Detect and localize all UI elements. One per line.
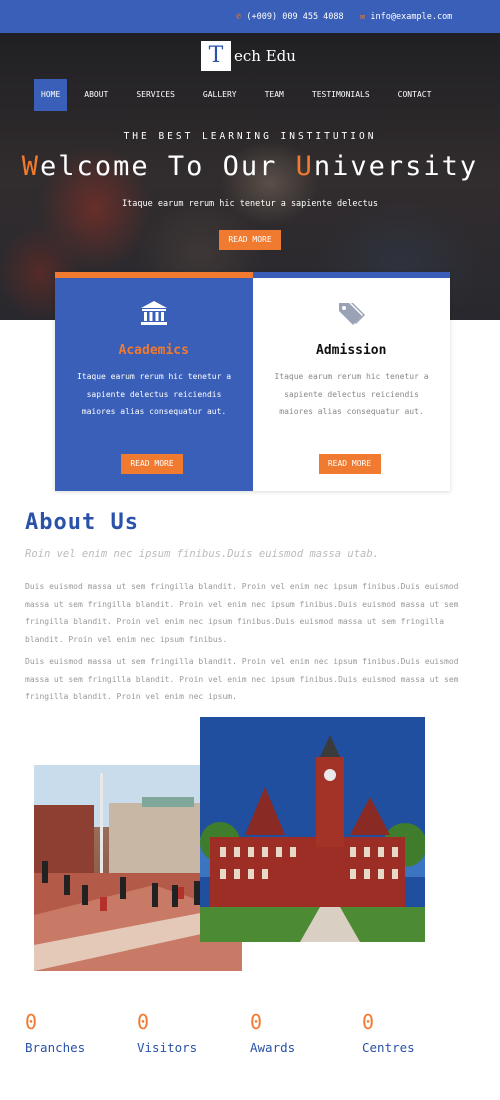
- hero-title-end: niversity: [313, 151, 479, 182]
- about-paragraph-2: Duis euismod massa ut sem fringilla blan…: [25, 657, 459, 701]
- building-icon: [55, 300, 253, 326]
- feature-cards: Academics Itaque earum rerum hic tenetur…: [55, 272, 450, 491]
- nav-team[interactable]: TEAM: [254, 79, 295, 111]
- top-contact-bar: ✆ (+009) 009 455 4088 ✉ info@example.com: [0, 0, 500, 33]
- nav-about[interactable]: ABOUT: [73, 79, 119, 111]
- clock-tower-photo: [200, 717, 425, 942]
- card-title: Admission: [316, 343, 387, 358]
- hero-title-initial: W: [21, 151, 41, 182]
- stat-visitors: 0 Visitors: [137, 1010, 197, 1055]
- nav-home[interactable]: HOME: [34, 79, 68, 111]
- stat-label: Centres: [362, 1040, 415, 1055]
- stat-value: 0: [362, 1010, 375, 1034]
- card-academics: Academics Itaque earum rerum hic tenetur…: [55, 272, 253, 491]
- hero-read-more-button[interactable]: READ MORE: [219, 230, 281, 250]
- about-quote: Roin vel enim nec ipsum finibus.Duis eui…: [25, 548, 380, 560]
- phone-number: (+009) 009 455 4088: [246, 12, 344, 22]
- hero-subtitle: Itaque earum rerum hic tenetur a sapient…: [122, 199, 378, 209]
- stat-label: Branches: [25, 1040, 86, 1055]
- email-address: info@example.com: [370, 12, 453, 22]
- about-title: About Us: [25, 510, 139, 535]
- nav-gallery[interactable]: GALLERY: [192, 79, 248, 111]
- stat-value: 0: [137, 1010, 150, 1034]
- stat-centres: 0 Centres: [362, 1010, 415, 1055]
- stat-branches: 0 Branches: [25, 1010, 85, 1055]
- hero-title-mid: elcome To Our: [40, 151, 296, 182]
- logo-mark: T: [201, 41, 231, 71]
- stat-label: Visitors: [137, 1040, 198, 1055]
- site-logo[interactable]: T ech Edu: [201, 41, 296, 71]
- nav-testimonials[interactable]: TESTIMONIALS: [301, 79, 381, 111]
- card-admission: Admission Itaque earum rerum hic tenetur…: [252, 272, 451, 491]
- academics-read-more-button[interactable]: READ MORE: [121, 454, 183, 474]
- stat-value: 0: [250, 1010, 263, 1034]
- admission-read-more-button[interactable]: READ MORE: [318, 454, 381, 474]
- stat-value: 0: [25, 1010, 38, 1034]
- main-nav: HOME ABOUT SERVICES GALLERY TEAM TESTIMO…: [34, 79, 448, 111]
- email-contact[interactable]: ✉ info@example.com: [360, 12, 452, 22]
- card-title: Academics: [118, 343, 189, 358]
- hero-title-u: U: [295, 151, 314, 182]
- tags-icon: [253, 300, 451, 326]
- stat-label: Awards: [250, 1040, 296, 1055]
- stat-awards: 0 Awards: [250, 1010, 295, 1055]
- nav-services[interactable]: SERVICES: [125, 79, 186, 111]
- about-paragraph-1: Duis euismod massa ut sem fringilla blan…: [25, 582, 459, 644]
- hero-kicker: THE BEST LEARNING INSTITUTION: [123, 131, 377, 142]
- nav-contact[interactable]: CONTACT: [387, 79, 443, 111]
- phone-contact[interactable]: ✆ (+009) 009 455 4088: [236, 12, 344, 22]
- phone-icon: ✆: [236, 12, 242, 22]
- card-text: Itaque earum rerum hic tenetur a sapient…: [76, 372, 232, 416]
- logo-name: ech Edu: [234, 47, 296, 65]
- card-text: Itaque earum rerum hic tenetur a sapient…: [274, 372, 429, 416]
- hero-title: Welcome To Our University: [0, 151, 500, 182]
- envelope-icon: ✉: [360, 12, 366, 22]
